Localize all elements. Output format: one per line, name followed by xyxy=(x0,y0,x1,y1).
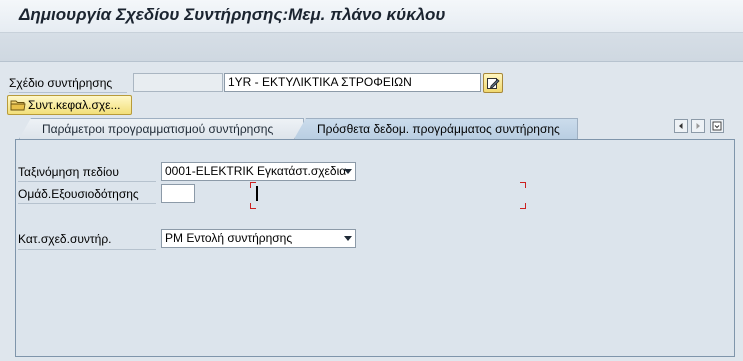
header-details-button[interactable]: Συντ.κεφαλ.σχε... xyxy=(7,95,132,115)
text-cursor xyxy=(256,186,258,201)
tab-panel: Ταξινόμηση πεδίου 0001-ELEKTRIK Εγκατάστ… xyxy=(15,139,735,357)
plan-label-underline xyxy=(9,92,127,93)
focus-bracket-top-right xyxy=(520,182,526,188)
sort-field-underline xyxy=(18,181,156,182)
window-title: Δημιουργία Σχεδίου Συντήρησης:Μεμ. πλάνο… xyxy=(19,5,446,24)
tab-additional-data-label: Πρόσθετα δεδομ. προγράμματος συντήρησης xyxy=(317,122,560,136)
tab-scheduling-parameters[interactable]: Παράμετροι προγραμματισμού συντήρησης xyxy=(19,118,304,139)
auth-group-field[interactable] xyxy=(161,184,195,203)
tab-strip: Παράμετροι προγραμματισμού συντήρησης Πρ… xyxy=(15,118,735,140)
category-value: PM Εντολή συντήρησης xyxy=(165,231,293,245)
tab-additional-data[interactable]: Πρόσθετα δεδομ. προγράμματος συντήρησης xyxy=(294,118,578,139)
tab-list-icon[interactable] xyxy=(710,119,724,133)
chevron-down-icon xyxy=(344,169,352,174)
application-toolbar xyxy=(0,32,743,62)
pencil-edit-icon[interactable] xyxy=(483,73,503,93)
main-content: Σχέδιο συντήρησης 1YR - ΕΚΤΥΛΙΚΤΙΚΑ ΣΤΡΟ… xyxy=(0,62,743,361)
focus-bracket-bottom-left xyxy=(250,203,256,209)
plan-label: Σχέδιο συντήρησης xyxy=(9,76,113,90)
auth-group-label: Ομάδ.Εξουσιοδότησης xyxy=(18,187,139,201)
plan-description-field[interactable]: 1YR - ΕΚΤΥΛΙΚΤΙΚΑ ΣΤΡΟΦΕΙΩΝ xyxy=(224,73,481,92)
category-dropdown[interactable]: PM Εντολή συντήρησης xyxy=(161,229,356,248)
scroll-right-icon[interactable] xyxy=(691,119,705,133)
plan-number-field[interactable] xyxy=(133,73,223,92)
chevron-down-icon xyxy=(344,236,352,241)
tab-scheduling-parameters-label: Παράμετροι προγραμματισμού συντήρησης xyxy=(42,122,274,136)
sort-field-dropdown[interactable]: 0001-ELEKTRIK Εγκατάστ.σχεδια xyxy=(161,162,356,181)
category-underline xyxy=(18,249,156,250)
auth-group-underline xyxy=(18,203,156,204)
folder-header-icon xyxy=(10,98,26,112)
title-bar: Δημιουργία Σχεδίου Συντήρησης:Μεμ. πλάνο… xyxy=(0,0,743,32)
header-details-label: Συντ.κεφαλ.σχε... xyxy=(28,97,121,112)
sort-field-value: 0001-ELEKTRIK Εγκατάστ.σχεδια xyxy=(165,164,347,178)
category-label: Κατ.σχεδ.συντήρ. xyxy=(18,232,112,246)
scroll-left-icon[interactable] xyxy=(674,119,688,133)
focus-bracket-bottom-right xyxy=(520,203,526,209)
sort-field-label: Ταξινόμηση πεδίου xyxy=(18,165,119,179)
